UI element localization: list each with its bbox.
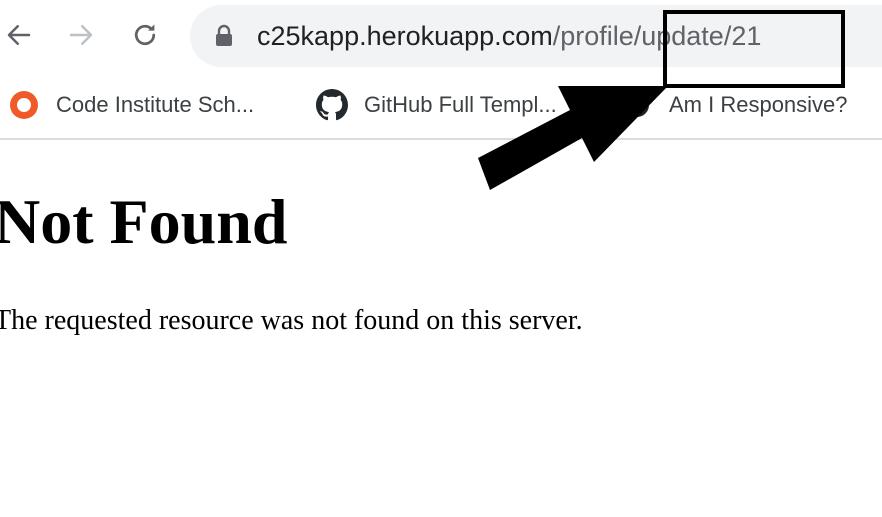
- url-host: c25kapp.herokuapp.com: [257, 21, 553, 51]
- bookmark-code-institute[interactable]: Code Institute Sch...: [8, 72, 254, 138]
- bookmark-github[interactable]: GitHub Full Templ...: [316, 72, 557, 138]
- reload-icon: [134, 24, 156, 46]
- github-icon: [316, 89, 348, 121]
- url-path: /profile/update/21: [552, 21, 762, 51]
- arrow-left-icon: [7, 25, 31, 45]
- bookmarks-bar: Code Institute Sch... GitHub Full Templ.…: [0, 72, 882, 140]
- page-content: Not Found The requested resource was not…: [0, 140, 882, 517]
- error-message: The requested resource was not found on …: [0, 305, 583, 336]
- browser-toolbar: c25kapp.herokuapp.com/profile/update/21: [0, 0, 882, 72]
- globe-icon: [621, 89, 653, 121]
- forward-button[interactable]: [62, 16, 100, 54]
- reload-button[interactable]: [126, 16, 164, 54]
- address-bar[interactable]: c25kapp.herokuapp.com/profile/update/21: [190, 5, 882, 67]
- code-institute-icon: [8, 89, 40, 121]
- bookmark-am-i-responsive[interactable]: Am I Responsive?: [621, 72, 848, 138]
- lock-icon: [214, 24, 234, 53]
- url-text: c25kapp.herokuapp.com/profile/update/21: [257, 5, 761, 67]
- page-title: Not Found: [0, 186, 288, 257]
- bookmark-label: Code Institute Sch...: [56, 92, 255, 117]
- arrow-right-icon: [69, 25, 93, 45]
- bookmark-label: GitHub Full Templ...: [364, 92, 557, 117]
- bookmark-label: Am I Responsive?: [669, 92, 848, 117]
- back-button[interactable]: [0, 16, 38, 54]
